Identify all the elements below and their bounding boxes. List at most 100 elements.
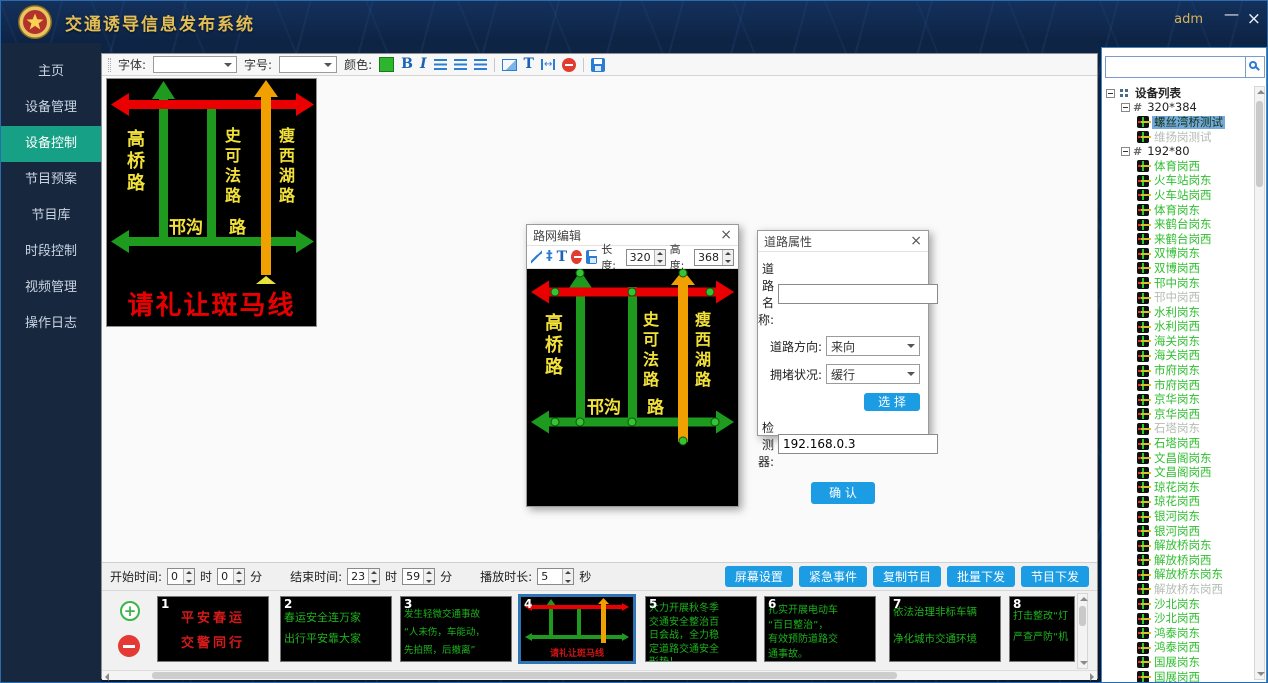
scroll-right-icon[interactable]	[1090, 673, 1094, 681]
tree-device-item[interactable]: 琼花岗西	[1104, 495, 1253, 510]
tree-device-item[interactable]: 沙北岗西	[1104, 611, 1253, 626]
minimize-icon[interactable]: —	[1224, 5, 1239, 23]
playlist-item-1[interactable]: 1 平安春运 交警同行	[157, 596, 269, 662]
scroll-down-icon[interactable]	[1257, 672, 1265, 676]
action-button[interactable]: 复制节目	[873, 566, 941, 587]
tree-device-item[interactable]: 文昌阁岗东	[1104, 451, 1253, 466]
tree-device-item[interactable]: 邗中岗东	[1104, 276, 1253, 291]
tree-collapse-icon[interactable]	[1121, 103, 1130, 112]
playlist-item-4-selected[interactable]: 4 请礼让斑马线	[518, 594, 636, 664]
tree-device-item[interactable]: 京华岗西	[1104, 407, 1253, 422]
spinner-buttons[interactable]	[722, 250, 733, 265]
save-icon[interactable]	[586, 250, 597, 264]
close-icon[interactable]: ×	[1247, 9, 1261, 29]
tree-device-item[interactable]: 鸿泰岗东	[1104, 626, 1253, 641]
text-tool-icon[interactable]: T	[524, 57, 534, 72]
text-tool-icon[interactable]: T	[557, 250, 567, 265]
tree-device-item[interactable]: 双博岗西	[1104, 261, 1253, 276]
road-name-input[interactable]	[778, 284, 938, 304]
end-hour-spinner[interactable]: 23	[347, 568, 380, 585]
edit-canvas[interactable]: 高桥路 史可法路 瘦西湖路 邗沟 路 请礼让斑马线 路网编辑 × ‡ T	[102, 76, 1097, 562]
tree-device-item[interactable]: 体育岗西	[1104, 159, 1253, 174]
sidebar-item[interactable]: 设备管理	[1, 90, 101, 126]
insert-image-icon[interactable]	[502, 59, 517, 71]
fit-width-icon[interactable]: ↔	[541, 59, 555, 70]
scroll-left-icon[interactable]	[105, 673, 109, 681]
tree-device-item[interactable]: 解放桥东岗东	[1104, 568, 1253, 583]
tree-device-item[interactable]: 沙北岗东	[1104, 597, 1253, 612]
tree-device-item[interactable]: 海关岗西	[1104, 349, 1253, 364]
add-program-button[interactable]: +	[120, 601, 140, 621]
tree-device-item[interactable]: 国展岗东	[1104, 655, 1253, 670]
tree-device-item[interactable]: 螺丝湾桥测试	[1104, 115, 1253, 130]
road-direction-select[interactable]: 来向	[826, 336, 920, 356]
tree-device-item[interactable]: 海关岗东	[1104, 334, 1253, 349]
start-hour-spinner[interactable]: 0	[167, 568, 195, 585]
dialog-titlebar[interactable]: 道路属性 ×	[758, 231, 928, 252]
font-family-select[interactable]	[153, 56, 237, 73]
tree-vertical-scrollbar[interactable]	[1254, 86, 1265, 680]
tree-device-item[interactable]: 文昌阁岗西	[1104, 465, 1253, 480]
spinner-buttons[interactable]	[562, 569, 573, 584]
confirm-button[interactable]: 确 认	[811, 482, 875, 504]
spinner-buttons[interactable]	[654, 250, 665, 265]
color-swatch[interactable]	[379, 57, 394, 72]
length-spinner[interactable]: 320	[626, 249, 666, 266]
delete-icon[interactable]	[562, 58, 576, 72]
road-network-canvas[interactable]: 高桥路 史可法路 瘦西湖路 邗沟 路	[527, 269, 738, 506]
toolbar-grip[interactable]	[108, 58, 111, 72]
search-input[interactable]	[1105, 56, 1246, 78]
end-minute-spinner[interactable]: 59	[402, 568, 435, 585]
user-name[interactable]: adm	[1174, 12, 1203, 27]
tree-device-item[interactable]: 琼花岗东	[1104, 480, 1253, 495]
action-button[interactable]: 批量下发	[947, 566, 1015, 587]
spinner-buttons[interactable]	[183, 569, 194, 584]
spinner-buttons[interactable]	[423, 569, 434, 584]
tree-group-320x384[interactable]: # 320*384	[1104, 101, 1253, 116]
scroll-down-icon[interactable]	[1080, 661, 1088, 665]
tree-device-item[interactable]: 来鹤台岗西	[1104, 232, 1253, 247]
start-minute-spinner[interactable]: 0	[217, 568, 245, 585]
tree-device-item[interactable]: 解放桥岗西	[1104, 553, 1253, 568]
playlist-item-3[interactable]: 3 发生轻微交通事故 “人未伤，车能动， 先拍照，后撤离”	[400, 596, 512, 662]
tree-device-item[interactable]: 体育岗东	[1104, 203, 1253, 218]
search-button[interactable]	[1246, 56, 1265, 78]
tree-device-item[interactable]: 火车站岗东	[1104, 174, 1253, 189]
playlist-item-2[interactable]: 2 春运安全连万家 出行平安靠大家	[280, 596, 392, 662]
congestion-select[interactable]: 缓行	[826, 364, 920, 384]
align-right-icon[interactable]	[474, 59, 487, 70]
tree-device-item[interactable]: 市府岗东	[1104, 363, 1253, 378]
spinner-buttons[interactable]	[233, 569, 244, 584]
tree-device-item[interactable]: 银河岗东	[1104, 509, 1253, 524]
tree-device-item[interactable]: 双博岗东	[1104, 247, 1253, 262]
align-left-icon[interactable]	[434, 59, 447, 70]
close-icon[interactable]: ×	[910, 233, 922, 249]
tree-device-item[interactable]: 解放桥岗东	[1104, 538, 1253, 553]
tree-device-item[interactable]: 火车站岗西	[1104, 188, 1253, 203]
select-button[interactable]: 选 择	[864, 393, 920, 411]
tree-device-item[interactable]: 邗中岗西	[1104, 290, 1253, 305]
sidebar-item[interactable]: 主页	[1, 54, 101, 90]
tree-device-item[interactable]: 银河岗西	[1104, 524, 1253, 539]
tree-device-item[interactable]: 水利岗西	[1104, 320, 1253, 335]
sidebar-item[interactable]: 设备控制	[1, 126, 101, 162]
tree-device-item[interactable]: 国展岗西	[1104, 670, 1253, 682]
delete-icon[interactable]	[571, 250, 582, 264]
remove-program-button[interactable]	[118, 635, 140, 657]
bold-icon[interactable]: B	[401, 57, 413, 72]
tree-root[interactable]: 设备列表	[1104, 86, 1253, 101]
font-size-select[interactable]	[279, 56, 337, 73]
playlist-item-8[interactable]: 8 打击整改“灯 严查严防“机	[1009, 596, 1075, 662]
sidebar-item[interactable]: 节目预案	[1, 162, 101, 198]
tree-device-item[interactable]: 石塔岗西	[1104, 436, 1253, 451]
sidebar-item[interactable]: 时段控制	[1, 234, 101, 270]
playlist-vertical-scrollbar[interactable]	[1077, 593, 1088, 669]
action-button[interactable]: 紧急事件	[799, 566, 867, 587]
tree-device-item[interactable]: 解放桥东岗西	[1104, 582, 1253, 597]
led-preview[interactable]: 高桥路 史可法路 瘦西湖路 邗沟 路 请礼让斑马线	[106, 78, 317, 327]
tree-device-item[interactable]: 石塔岗东	[1104, 422, 1253, 437]
tree-collapse-icon[interactable]	[1121, 147, 1130, 156]
playlist-item-6[interactable]: 6 扎实开展电动车 “百日整治”， 有效预防道路交 通事故。	[764, 596, 876, 662]
tree-device-item[interactable]: 京华岗东	[1104, 392, 1253, 407]
playlist-item-7[interactable]: 7 依法治理非标车辆 净化城市交通环境	[889, 596, 1001, 662]
